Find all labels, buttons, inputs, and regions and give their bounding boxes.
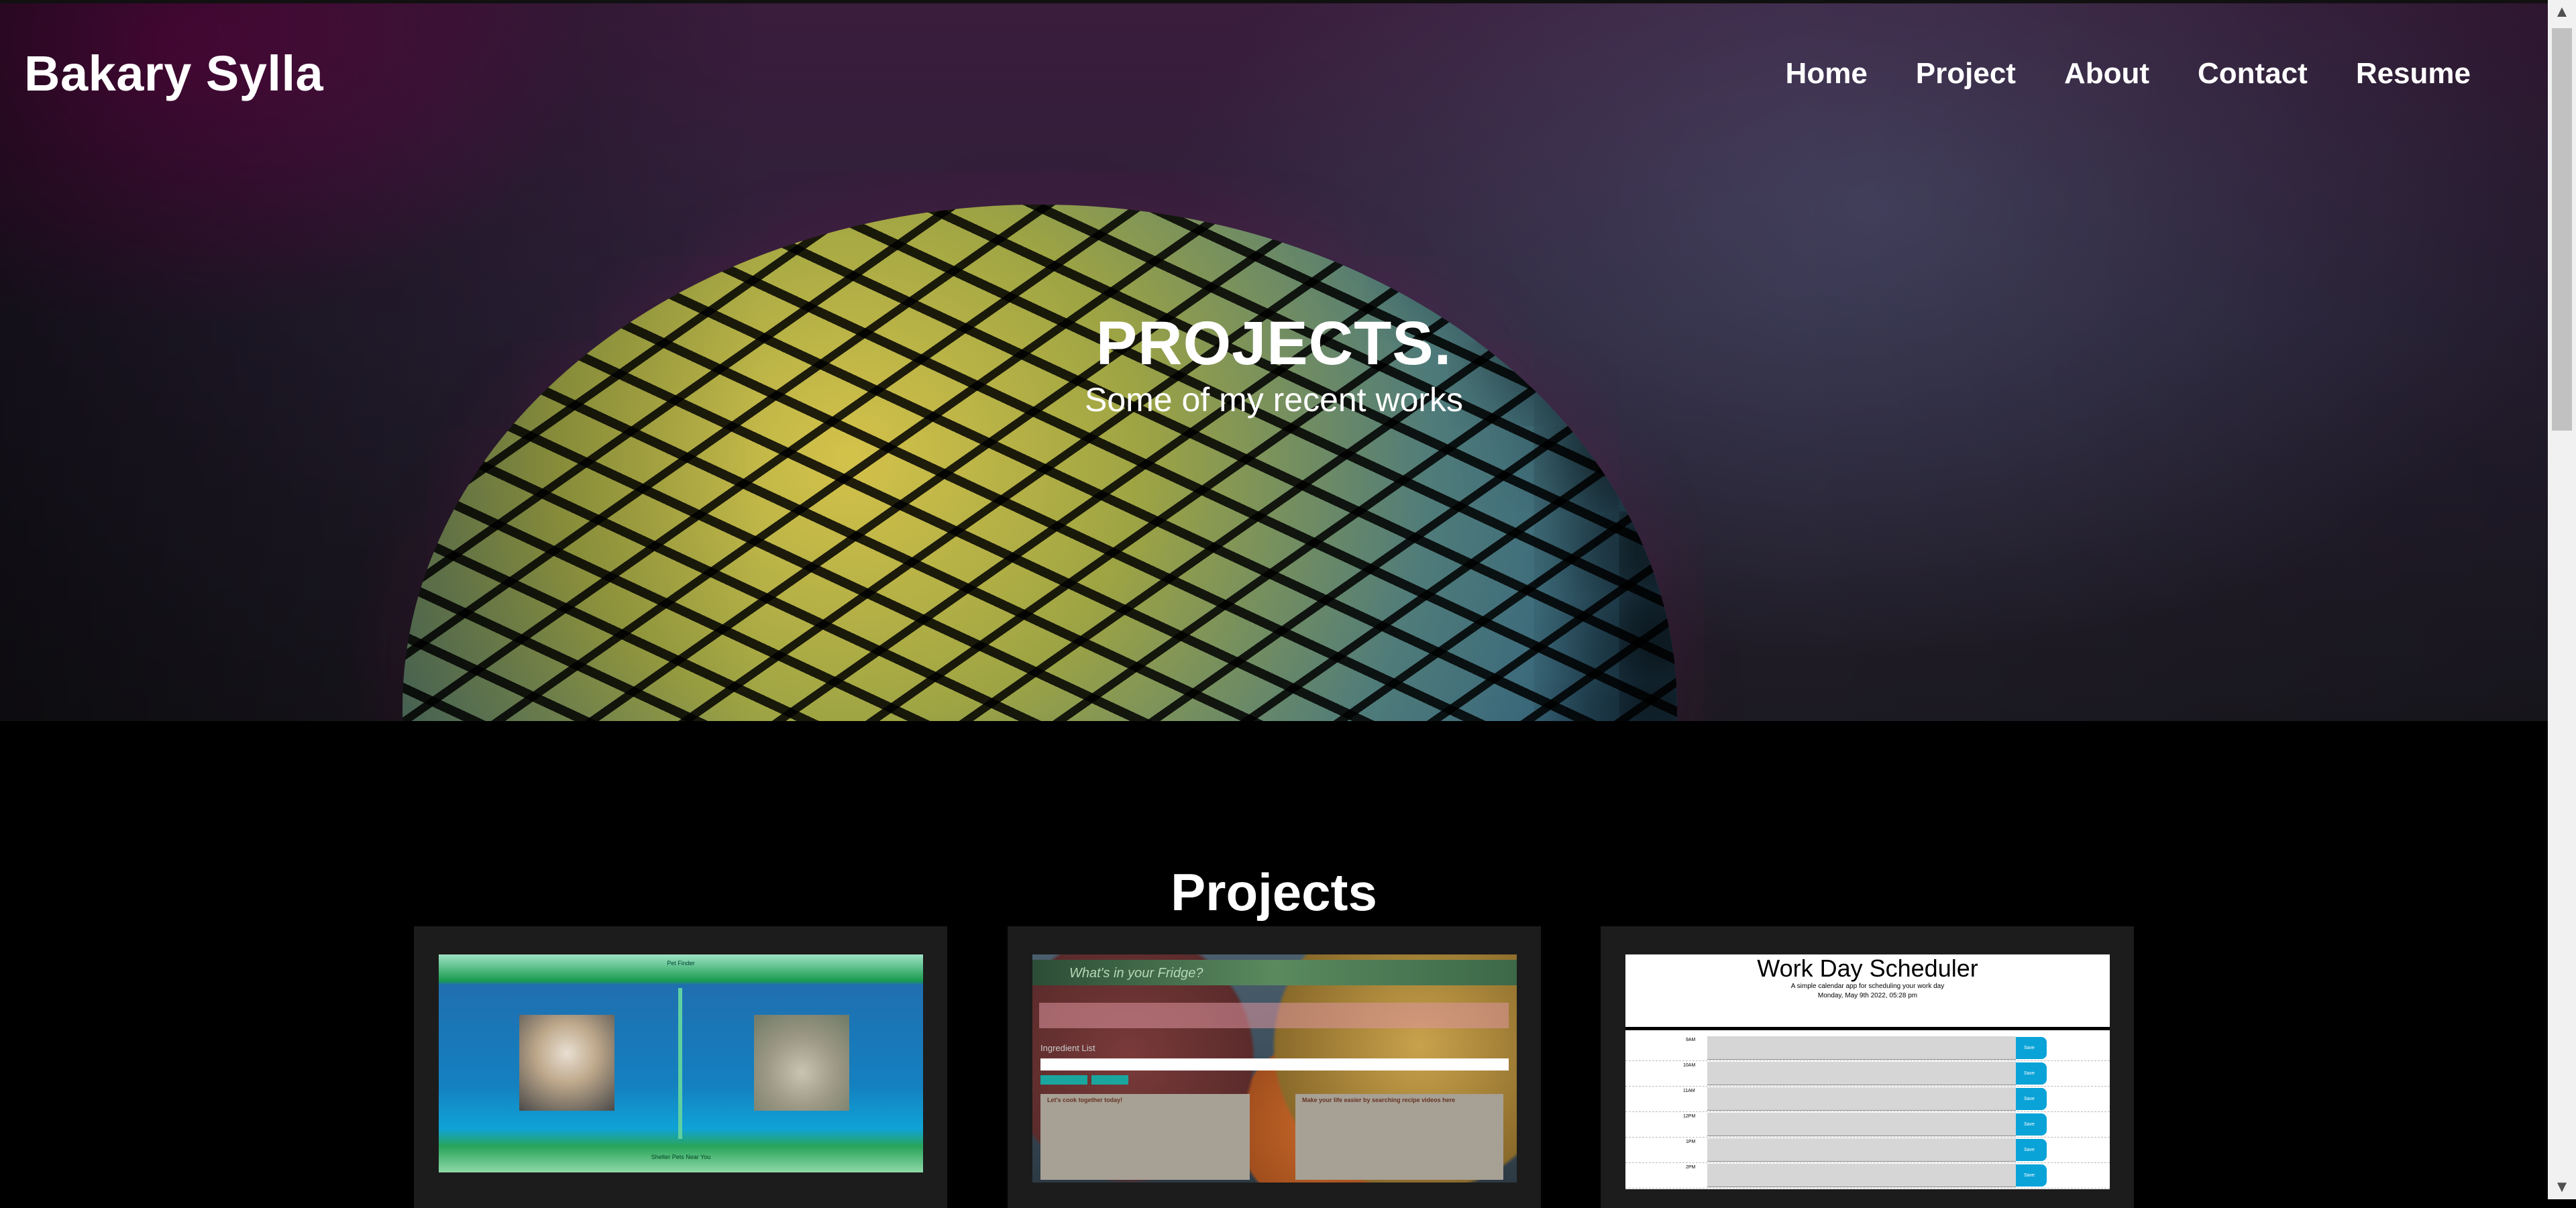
- save-button: Save: [2016, 1062, 2047, 1085]
- project-card-scheduler[interactable]: Work Day Scheduler A simple calendar app…: [1601, 926, 2134, 1208]
- projects-heading: Projects: [1171, 862, 1377, 922]
- thumbnail-right-panel: Make your life easier by searching recip…: [1295, 1094, 1503, 1180]
- thumbnail-left-panel: Let's cook together today!: [1040, 1094, 1250, 1180]
- hero-subtitle: Some of my recent works: [1084, 381, 1464, 419]
- nav-project[interactable]: Project: [1916, 57, 2016, 91]
- save-button: Save: [2016, 1113, 2047, 1136]
- nav-resume[interactable]: Resume: [2356, 57, 2471, 91]
- thumbnail-divider: [678, 988, 682, 1139]
- main-nav: Home Project About Contact Resume: [1737, 57, 2471, 91]
- page-scrollbar[interactable]: ▲ ▼: [2548, 0, 2576, 1199]
- scheduler-subtitle: A simple calendar app for scheduling you…: [1790, 983, 1945, 990]
- save-button: Save: [2016, 1164, 2047, 1187]
- project-thumbnail[interactable]: What's in your Fridge? Ingredient List L…: [1032, 954, 1517, 1183]
- thumbnail-left-panel-title: Let's cook together today!: [1047, 1097, 1123, 1103]
- scroll-down-arrow-icon[interactable]: ▼: [2548, 1175, 2576, 1199]
- project-thumbnail[interactable]: Work Day Scheduler A simple calendar app…: [1625, 954, 2110, 1189]
- hero-title: PROJECTS.: [1095, 309, 1452, 378]
- scheduler-row: 9AM Save: [1625, 1036, 2110, 1061]
- scheduler-row: 1PM Save: [1625, 1138, 2110, 1163]
- scheduler-row: 12PM Save: [1625, 1113, 2110, 1138]
- scheduler-row: 2PM Save: [1625, 1164, 2110, 1189]
- thumbnail-button: [1040, 1075, 1087, 1085]
- project-thumbnail[interactable]: Pet Finder Shelter Pets Near You: [439, 954, 923, 1172]
- scroll-up-arrow-icon[interactable]: ▲: [2548, 0, 2576, 24]
- thumbnail-info-band: [1039, 1003, 1509, 1028]
- thumbnail-search-placeholder: What's in your Fridge?: [1069, 966, 1203, 981]
- nav-home[interactable]: Home: [1786, 57, 1868, 91]
- scheduler-row: 10AM Save: [1625, 1062, 2110, 1087]
- scheduler-divider: [1625, 1027, 2110, 1030]
- save-button: Save: [2016, 1037, 2047, 1059]
- cat-photo: [754, 1015, 849, 1111]
- thumbnail-search-bar: What's in your Fridge?: [1032, 960, 1517, 985]
- scheduler-title: Work Day Scheduler: [1757, 954, 1978, 982]
- save-button: Save: [2016, 1088, 2047, 1110]
- hero-banner: Bakary Sylla Home Project About Contact …: [0, 3, 2548, 721]
- thumbnail-ingredient-label: Ingredient List: [1040, 1043, 1095, 1053]
- nav-contact[interactable]: Contact: [2198, 57, 2308, 91]
- thumbnail-button: [1091, 1075, 1128, 1085]
- dog-photo: [519, 1015, 614, 1111]
- scrollbar-thumb[interactable]: [2552, 28, 2572, 431]
- site-brand[interactable]: Bakary Sylla: [24, 45, 323, 102]
- project-card-pet-finder[interactable]: Pet Finder Shelter Pets Near You: [414, 926, 947, 1208]
- thumbnail-right-panel-title: Make your life easier by searching recip…: [1302, 1097, 1456, 1103]
- project-card-fridge[interactable]: What's in your Fridge? Ingredient List L…: [1008, 926, 1541, 1208]
- save-button: Save: [2016, 1139, 2047, 1161]
- thumbnail-heading: Pet Finder: [667, 960, 695, 967]
- nav-about[interactable]: About: [2064, 57, 2149, 91]
- scheduler-row: 11AM Save: [1625, 1087, 2110, 1112]
- scheduler-date: Monday, May 9th 2022, 05:28 pm: [1817, 992, 1918, 999]
- thumbnail-ingredient-field: [1040, 1058, 1509, 1070]
- thumbnail-footer: Shelter Pets Near You: [651, 1154, 711, 1160]
